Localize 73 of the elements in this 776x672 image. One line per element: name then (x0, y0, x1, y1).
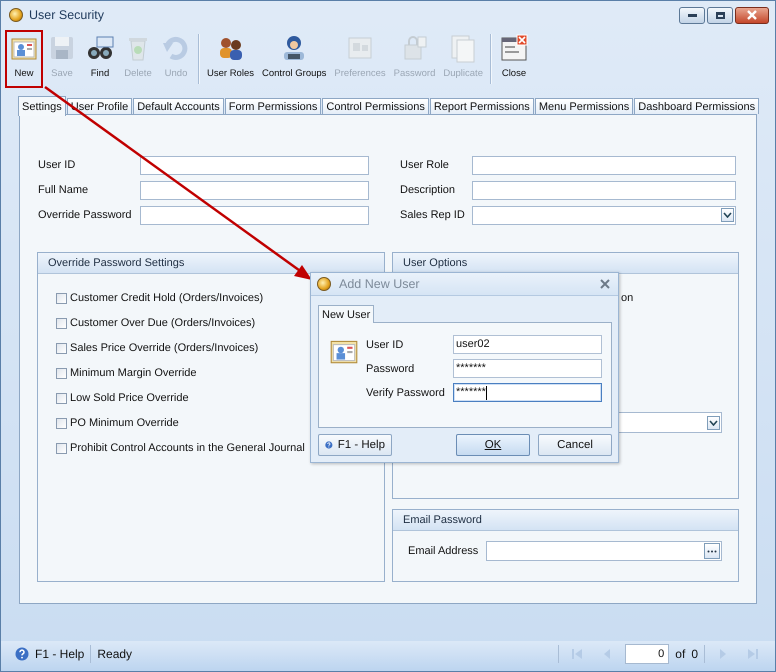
close-button[interactable] (735, 6, 769, 24)
checkbox[interactable] (56, 292, 67, 304)
minimize-button[interactable] (679, 6, 705, 24)
toolbar-button[interactable]: New (5, 30, 43, 88)
close-icon[interactable] (600, 279, 610, 289)
toolbar-button[interactable]: User Roles (203, 30, 258, 88)
group-title: User Options (403, 257, 468, 269)
tab[interactable]: Dashboard Permissions (634, 98, 760, 114)
checkbox-label: Sales Price Override (Orders/Invoices) (70, 342, 258, 354)
checkbox[interactable] (56, 442, 67, 454)
checkbox-label: Prohibit Control Accounts in the General Journal (70, 442, 305, 454)
help-icon (15, 647, 29, 661)
toolbar-button[interactable]: Find (81, 30, 119, 88)
field-label: Verify Password (366, 386, 446, 398)
tab[interactable]: Settings (18, 96, 66, 116)
close-icon (746, 10, 758, 20)
dialog-button[interactable]: OK (456, 434, 530, 456)
field-label: Full Name (38, 184, 90, 196)
page-total: 0 (691, 647, 698, 661)
input-field[interactable] (486, 541, 722, 561)
tab[interactable]: Control Permissions (322, 98, 429, 114)
tab[interactable]: Form Permissions (224, 98, 322, 114)
checkbox[interactable] (56, 418, 67, 428)
tab[interactable]: Report Permissions (430, 98, 534, 114)
checkbox-label: Low Sold Price Override (70, 392, 189, 404)
group-title: Email Password (403, 514, 482, 526)
toolbar-button[interactable]: Control Groups (258, 30, 330, 88)
input-field[interactable] (140, 156, 369, 174)
field-label: Override Password (38, 209, 133, 221)
checkbox-label: Customer Credit Hold (Orders/Invoices) (70, 292, 264, 304)
toolbar-button[interactable]: Close (494, 30, 533, 88)
input-field[interactable] (472, 156, 736, 174)
page-field[interactable]: 0 (625, 644, 670, 664)
tab[interactable]: Menu Permissions (534, 98, 634, 114)
maximize-icon (716, 12, 724, 18)
checkbox[interactable] (56, 368, 67, 378)
checkbox[interactable] (56, 392, 67, 404)
app-icon (9, 8, 23, 22)
help-button[interactable]: F1 - Help (318, 434, 392, 456)
tab[interactable]: Default Accounts (133, 98, 224, 114)
page-of-label: of (675, 647, 686, 661)
input-field[interactable]: ******* (453, 359, 602, 378)
field-label: User Role (400, 159, 450, 171)
field-label: Password (366, 362, 416, 374)
group-title: Override Password Settings (48, 257, 184, 269)
input-field[interactable] (472, 180, 736, 200)
field-label: User ID (38, 159, 76, 171)
field-label: Email Address (408, 545, 480, 557)
dropdown-field[interactable] (472, 206, 736, 224)
checkbox[interactable] (56, 318, 67, 328)
field-label: Description (400, 184, 456, 196)
field-label: Sales Rep ID (400, 209, 466, 221)
checkbox[interactable] (56, 342, 67, 354)
input-field[interactable] (140, 180, 369, 200)
input-field[interactable] (140, 206, 369, 224)
minimize-icon (688, 14, 696, 16)
option-label: on (621, 292, 634, 304)
close-window-icon (498, 33, 529, 63)
help-link[interactable]: F1 - Help (35, 647, 84, 661)
app-icon (317, 277, 331, 291)
window-title: User Security (29, 8, 104, 22)
checkbox-label: Minimum Margin Override (70, 367, 197, 379)
more-icon[interactable] (704, 543, 720, 559)
field-label: User ID (366, 338, 404, 350)
maximize-button[interactable] (707, 6, 733, 24)
checkbox-label: PO Minimum Override (70, 417, 179, 429)
input-field[interactable]: user02 (453, 335, 602, 354)
tab[interactable]: New User (318, 305, 374, 323)
dialog-button[interactable]: Cancel (538, 434, 612, 456)
checkbox-label: Customer Over Due (Orders/Invoices) (70, 317, 256, 329)
status-text: Ready (97, 647, 132, 661)
dialog-title: Add New User (339, 277, 420, 291)
input-field[interactable]: ******* (453, 383, 602, 402)
